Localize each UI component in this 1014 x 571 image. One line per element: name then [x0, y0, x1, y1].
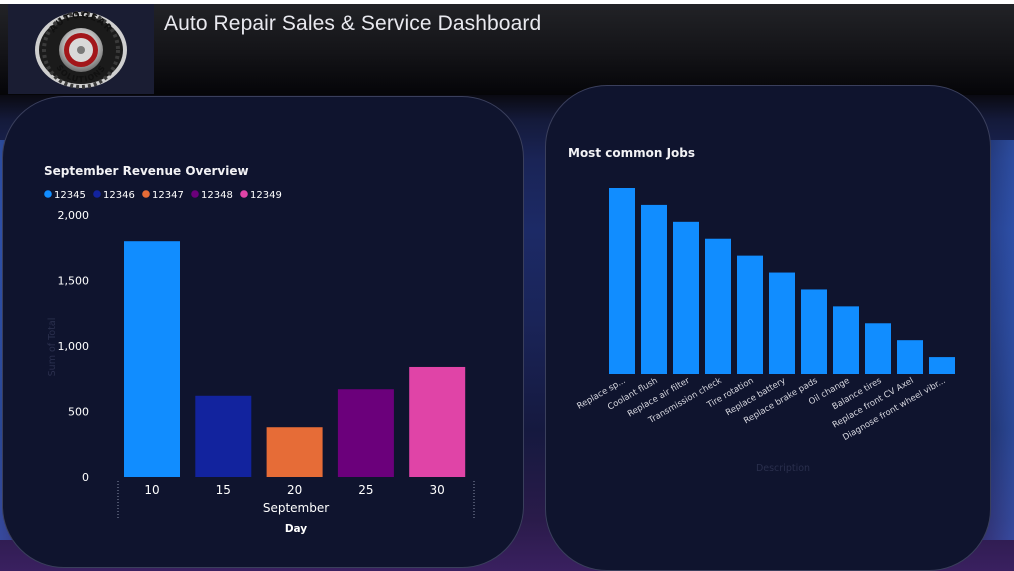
- legend-label-12349[interactable]: 12349: [250, 190, 282, 201]
- x-tick-label: 10: [144, 483, 159, 497]
- legend-marker-12347: [142, 190, 150, 198]
- job-bar[interactable]: [609, 188, 635, 374]
- revenue-chart: 12345 12346 12347 12348 12349 0 500 1,000 1,500…: [44, 190, 475, 535]
- revenue-x-axis: 10 15 20 25 30: [144, 483, 444, 497]
- x-tick-label: 15: [216, 483, 231, 497]
- legend-label-12346[interactable]: 12346: [103, 190, 135, 201]
- autogear-logo-icon: AUTOGEAR SOLUTIONS: [35, 11, 127, 89]
- revenue-bar-day-30[interactable]: [409, 366, 466, 477]
- jobs-chart: Replace sp...Coolant flushReplace air fi…: [576, 188, 955, 474]
- legend-label-12348[interactable]: 12348: [201, 190, 233, 201]
- revenue-bar-day-20[interactable]: [266, 427, 323, 477]
- job-bar[interactable]: [737, 255, 763, 374]
- job-bar[interactable]: [897, 340, 923, 374]
- revenue-y-axis: 0 500 1,000 1,500 2,000: [58, 209, 90, 484]
- revenue-legend: 12345 12346 12347 12348 12349: [44, 190, 282, 201]
- jobs-x-axis-title: Description: [756, 463, 810, 474]
- legend-marker-12348: [191, 190, 199, 198]
- legend-marker-12345: [44, 190, 52, 198]
- x-axis-group-label: September: [263, 501, 329, 515]
- x-tick-label: 25: [358, 483, 373, 497]
- y-tick-label: 500: [68, 406, 89, 419]
- y-tick-label: 2,000: [58, 209, 90, 222]
- revenue-card: September Revenue Overview 12345 12346 123…: [2, 96, 524, 568]
- jobs-x-axis: Replace sp...Coolant flushReplace air fi…: [576, 376, 948, 443]
- job-bar[interactable]: [769, 272, 795, 374]
- y-axis-title: Sum of Total: [47, 318, 58, 377]
- job-bar[interactable]: [705, 238, 731, 374]
- x-tick-label: 30: [430, 483, 445, 497]
- revenue-bars: [124, 241, 466, 477]
- legend-label-12345[interactable]: 12345: [54, 190, 86, 201]
- job-bar[interactable]: [641, 204, 667, 374]
- header-bar: AUTOGEAR SOLUTIONS Auto Repair Sales & S…: [0, 0, 1014, 95]
- revenue-bar-day-25[interactable]: [337, 389, 394, 477]
- logo-hub-center: [77, 46, 85, 54]
- x-tick-label: 20: [287, 483, 302, 497]
- page-title: Auto Repair Sales & Service Dashboard: [164, 12, 542, 35]
- y-tick-label: 1,000: [58, 340, 90, 353]
- y-tick-label: 1,500: [58, 275, 90, 288]
- job-bar[interactable]: [929, 357, 955, 374]
- job-bar[interactable]: [801, 289, 827, 374]
- job-bar[interactable]: [673, 221, 699, 374]
- jobs-card: Most common Jobs Replace sp... Coolant fl…: [545, 85, 991, 571]
- logo: AUTOGEAR SOLUTIONS: [8, 4, 154, 94]
- job-bar[interactable]: [865, 323, 891, 374]
- y-tick-label: 0: [82, 471, 89, 484]
- revenue-bar-day-10[interactable]: [124, 241, 180, 477]
- legend-marker-12349: [240, 190, 248, 198]
- revenue-bar-day-15[interactable]: [195, 395, 252, 477]
- job-bar[interactable]: [833, 306, 859, 374]
- jobs-bars: [609, 188, 955, 374]
- legend-label-12347[interactable]: 12347: [152, 190, 184, 201]
- legend-marker-12346: [93, 190, 101, 198]
- x-axis-title: Day: [285, 523, 307, 535]
